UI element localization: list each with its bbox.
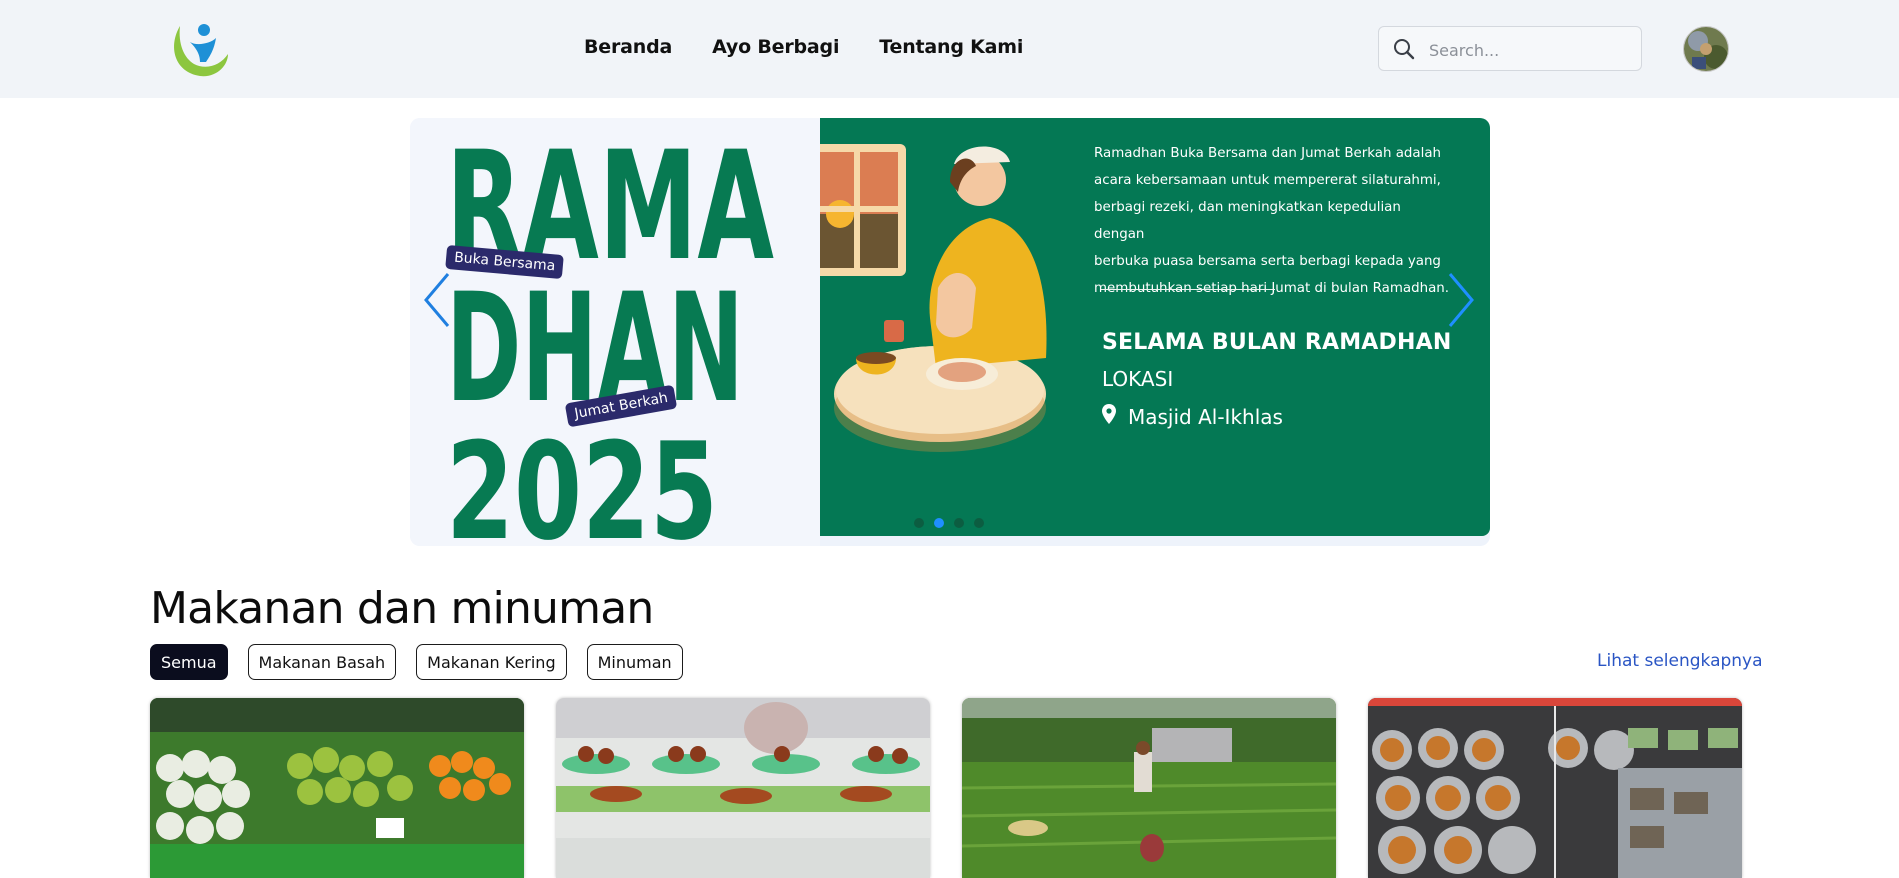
chevron-right-icon bbox=[1446, 273, 1476, 332]
product-image bbox=[150, 698, 524, 878]
product-card-2[interactable] bbox=[556, 698, 930, 878]
nav-ayo-berbagi[interactable]: Ayo Berbagi bbox=[712, 36, 839, 58]
hero-description-line: Ramadhan Buka Bersama dan Jumat Berkah a… bbox=[1094, 146, 1442, 161]
category-filters: Semua Makanan Basah Makanan Kering Minum… bbox=[150, 644, 683, 680]
carousel-dot-3[interactable] bbox=[954, 518, 964, 528]
chevron-left-icon bbox=[422, 273, 452, 332]
hero-divider bbox=[1101, 289, 1275, 290]
main-nav: Beranda Ayo Berbagi Tentang Kami bbox=[584, 36, 1023, 58]
product-cards bbox=[150, 698, 1742, 878]
top-navbar: Beranda Ayo Berbagi Tentang Kami bbox=[0, 0, 1899, 98]
product-image bbox=[962, 698, 1336, 878]
hero-big-text-3: 2025 bbox=[446, 414, 718, 546]
filter-semua[interactable]: Semua bbox=[150, 644, 228, 680]
carousel-dot-2[interactable] bbox=[934, 518, 944, 528]
hero-description-line: berbagi rezeki, dan meningkatkan kepedul… bbox=[1094, 200, 1401, 242]
product-card-1[interactable] bbox=[150, 698, 524, 878]
filter-makanan-basah[interactable]: Makanan Basah bbox=[247, 644, 397, 680]
nav-beranda[interactable]: Beranda bbox=[584, 36, 672, 58]
hero-description-line: acara kebersamaan untuk mempererat silat… bbox=[1094, 173, 1441, 188]
carousel-dot-1[interactable] bbox=[914, 518, 924, 528]
filter-makanan-kering[interactable]: Makanan Kering bbox=[416, 644, 567, 680]
hero-left-panel: RAMA DHAN 2025 bbox=[410, 118, 820, 546]
hero-carousel: RAMA DHAN 2025 Buka Bersama Jumat Berkah bbox=[410, 118, 1490, 546]
search-input[interactable] bbox=[1427, 35, 1631, 65]
section-title: Makanan dan minuman bbox=[150, 583, 654, 634]
hero-location: Masjid Al-Ikhlas bbox=[1102, 404, 1283, 429]
carousel-indicators bbox=[914, 518, 984, 528]
hero-location-name: Masjid Al-Ikhlas bbox=[1128, 404, 1283, 429]
avatar[interactable] bbox=[1683, 26, 1729, 72]
product-card-4[interactable] bbox=[1368, 698, 1742, 878]
search-box[interactable] bbox=[1378, 26, 1642, 71]
search-icon bbox=[1393, 38, 1415, 60]
carousel-next-button[interactable] bbox=[1446, 272, 1476, 333]
nav-tentang-kami[interactable]: Tentang Kami bbox=[879, 36, 1023, 58]
map-pin-icon bbox=[1102, 404, 1116, 429]
hero-description: Ramadhan Buka Bersama dan Jumat Berkah a… bbox=[1094, 140, 1454, 302]
product-image bbox=[1368, 698, 1742, 878]
carousel-prev-button[interactable] bbox=[422, 272, 452, 333]
product-image bbox=[556, 698, 930, 878]
hero-right-panel: Ramadhan Buka Bersama dan Jumat Berkah a… bbox=[808, 118, 1490, 536]
carousel-dot-4[interactable] bbox=[974, 518, 984, 528]
filter-minuman[interactable]: Minuman bbox=[586, 644, 683, 680]
hero-location-label: LOKASI bbox=[1102, 367, 1174, 391]
hero-description-line: berbuka puasa bersama serta berbagi kepa… bbox=[1094, 254, 1441, 269]
see-more-link[interactable]: Lihat selengkapnya bbox=[1597, 651, 1763, 671]
hero-title: SELAMA BULAN RAMADHAN bbox=[1102, 330, 1452, 355]
product-card-3[interactable] bbox=[962, 698, 1336, 878]
logo[interactable] bbox=[166, 16, 232, 82]
